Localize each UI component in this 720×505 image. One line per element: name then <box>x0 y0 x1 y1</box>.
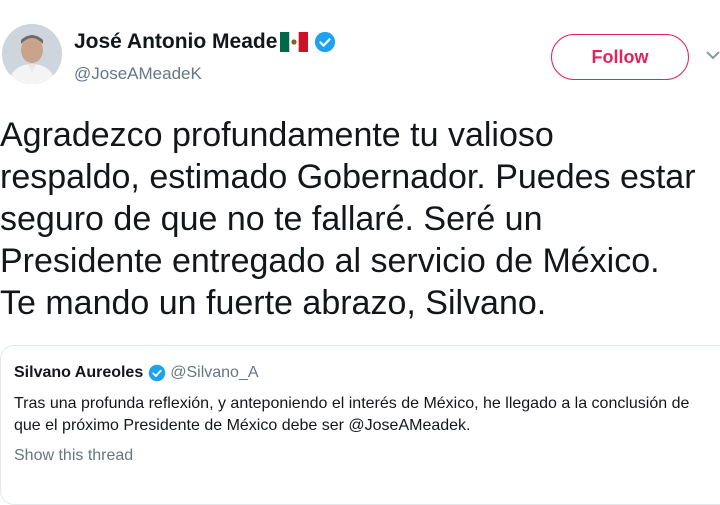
author-handle[interactable]: @JoseAMeadeK <box>74 64 202 84</box>
mexico-flag-icon <box>280 32 309 52</box>
quoted-author-name[interactable]: Silvano Aureoles <box>14 364 143 382</box>
author-name[interactable]: José Antonio Meade <box>74 30 277 54</box>
quoted-author-handle[interactable]: @Silvano_A <box>170 364 258 382</box>
tweet-text: Agradezco profundamente tu valioso respa… <box>0 116 696 322</box>
author-avatar[interactable] <box>2 24 62 84</box>
quoted-tweet-header: Silvano Aureoles @Silvano_A <box>14 364 259 382</box>
show-thread-link[interactable]: Show this thread <box>14 447 133 465</box>
avatar-photo <box>2 24 62 84</box>
author-name-row: José Antonio Meade <box>74 30 336 54</box>
verified-badge-icon <box>315 31 336 53</box>
quoted-tweet-text: Tras una profunda reflexión, y anteponie… <box>14 395 690 434</box>
chevron-down-icon[interactable] <box>706 50 720 60</box>
verified-badge-icon <box>148 364 166 382</box>
follow-button[interactable]: Follow <box>551 34 689 80</box>
